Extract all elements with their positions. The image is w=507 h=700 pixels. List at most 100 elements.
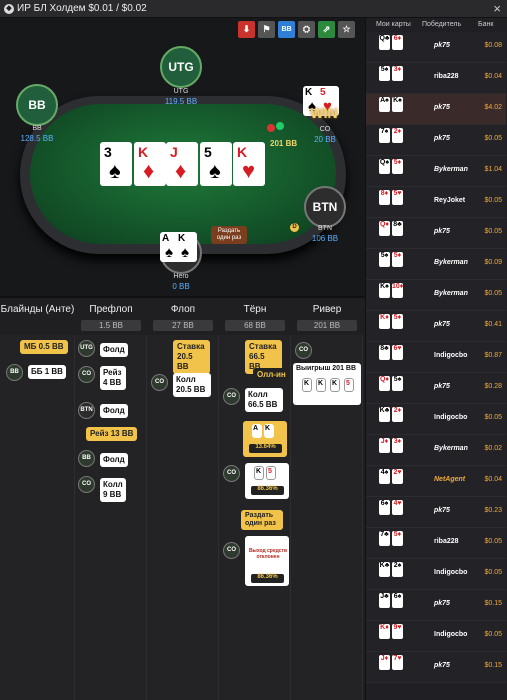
player-stack-utg: 119.5 BB: [164, 97, 198, 106]
history-pot: $0.09: [484, 259, 502, 266]
history-card-1: J♦: [379, 655, 390, 670]
history-row[interactable]: J♦ 3♦ Bykerman $0.02: [366, 435, 506, 466]
dealer-button: D: [290, 223, 299, 232]
history-winner: pk75: [434, 104, 450, 111]
history-card-1: Q♠: [379, 159, 390, 174]
history-card-1: Q♦: [379, 221, 390, 236]
star-icon[interactable]: ☆: [338, 21, 355, 38]
download-icon[interactable]: ⬇: [238, 21, 255, 38]
history-card-2: 5♦: [392, 252, 403, 267]
co-mini-card-2: 5: [266, 466, 276, 480]
history-row[interactable]: Q♦ 5♠ pk75 $0.28: [366, 373, 506, 404]
history-row[interactable]: 7♣ 5♦ riba228 $0.05: [366, 528, 506, 559]
history-winner: pk75: [434, 507, 450, 514]
history-row[interactable]: J♣ 6♠ pk75 $0.15: [366, 590, 506, 621]
history-winner: Indigocbo: [434, 569, 468, 576]
street-header-preflop[interactable]: Префлоп 1.5 BB: [75, 298, 147, 333]
share-icon[interactable]: ⇗: [318, 21, 335, 38]
history-card-2: 10♦: [392, 283, 403, 298]
history-row[interactable]: Q♠ 5♦ Bykerman $1.04: [366, 156, 506, 187]
history-row[interactable]: 8♣ 6♥ Indigocbo $0.87: [366, 342, 506, 373]
history-row[interactable]: 5♠ 3♦ riba228 $0.04: [366, 63, 506, 94]
history-pot: $0.41: [484, 321, 502, 328]
header-my-cards: Мои карты: [376, 21, 411, 28]
seat-chip-bb-2: BB: [78, 450, 95, 467]
header-pot: Банк: [478, 21, 494, 28]
history-card-1: J♦: [379, 438, 390, 453]
history-winner: Indigocbo: [434, 631, 468, 638]
history-card-2: 8♣: [392, 221, 403, 236]
river-card-2: K: [316, 378, 326, 392]
history-card-2: 6♥: [392, 345, 403, 360]
hero-mini-card-1: A: [252, 424, 262, 438]
win-badge: WIN: [310, 105, 338, 121]
history-winner: Bykerman: [434, 445, 468, 452]
history-pot: $0.15: [484, 662, 502, 669]
history-card-2: 2♦: [392, 407, 403, 422]
history-card-2: 5♥: [392, 190, 403, 205]
street-header-turn[interactable]: Тёрн 68 BB: [219, 298, 291, 333]
co-call: Колл 9 BB: [100, 478, 126, 502]
history-pot: $0.05: [484, 538, 502, 545]
seat-chip-co-7: CO: [295, 342, 312, 359]
history-pot: $0.05: [484, 290, 502, 297]
seat-utg: UTG: [160, 46, 202, 88]
seat-chip-co: CO: [78, 366, 95, 383]
history-row[interactable]: 4♠ 2♥ NetAgent $0.04: [366, 466, 506, 497]
board-card-4: 5 ♠: [200, 142, 232, 186]
river-card-1: K: [302, 378, 312, 392]
history-row[interactable]: 5♠ 5♦ Bykerman $0.09: [366, 249, 506, 280]
history-pot: $0.05: [484, 631, 502, 638]
history-row[interactable]: 7♠ 2♦ pk75 $0.05: [366, 125, 506, 156]
player-name-utg: UTG: [173, 88, 189, 95]
history-winner: Bykerman: [434, 290, 468, 297]
history-row[interactable]: A♠ K♠ pk75 $4.02: [366, 94, 506, 125]
seat-chip-co-4: CO: [223, 388, 240, 405]
history-pot: $0.87: [484, 352, 502, 359]
history-card-2: 6♠: [392, 593, 403, 608]
player-name-hero: Hero: [173, 273, 189, 280]
hero-mini-card-2: K: [264, 424, 274, 438]
river-card-4: 5: [344, 378, 354, 392]
run-once-bubble: Раздать один раз: [211, 226, 247, 244]
street-header-flop[interactable]: Флоп 27 BB: [147, 298, 219, 333]
flag-icon[interactable]: ⚑: [258, 21, 275, 38]
history-pot: $0.08: [484, 42, 502, 49]
history-card-1: K♣: [379, 562, 390, 577]
history-card-1: K♠: [379, 283, 390, 298]
history-row[interactable]: K♦ 5♦ pk75 $0.41: [366, 311, 506, 342]
btn-fold: Фолд: [100, 404, 128, 418]
hero-equity: 13.64%: [249, 444, 282, 453]
history-row[interactable]: 6♠ 4♥ pk75 $0.23: [366, 497, 506, 528]
history-row[interactable]: 8♦ 5♥ ReyJoket $0.05: [366, 187, 506, 218]
co-turn-call: Колл 66.5 BB: [245, 388, 283, 412]
bb-toggle-button[interactable]: BB: [278, 21, 295, 38]
player-name-bb: BB: [32, 125, 42, 132]
window-title: ИР БЛ Холдем $0.01 / $0.02: [17, 3, 147, 14]
history-pot: $0.04: [484, 476, 502, 483]
history-row[interactable]: Q♣ 6♦ pk75 $0.08: [366, 32, 506, 63]
board-card-2: K ♦: [134, 142, 166, 186]
board-card-3: J ♦: [166, 142, 198, 186]
history-card-1: 8♦: [379, 190, 390, 205]
history-row[interactable]: Q♦ 8♣ pk75 $0.05: [366, 218, 506, 249]
history-pot: $0.28: [484, 383, 502, 390]
history-row[interactable]: J♦ 7♥ pk75 $0.15: [366, 652, 506, 683]
river-card-3: K: [330, 378, 340, 392]
history-row[interactable]: K♠ 10♦ Bykerman $0.05: [366, 280, 506, 311]
run-result-text: Выход средств отклонен: [248, 548, 288, 560]
history-card-2: 5♦: [392, 159, 403, 174]
history-row[interactable]: K♣ 2♦ Indigocbo $0.05: [366, 404, 506, 435]
history-row[interactable]: K♣ 2♠ Indigocbo $0.05: [366, 559, 506, 590]
co-raise: Рейз 4 BB: [100, 366, 126, 390]
history-pot: $0.15: [484, 600, 502, 607]
header-winner: Победитель: [422, 21, 462, 28]
seat-btn: BTN: [304, 186, 346, 228]
hand-history-panel: Мои карты Победитель Банк Q♣ 6♦ pk75 $0.08 5…: [365, 18, 507, 700]
history-row[interactable]: K♦ 9♥ Indigocbo $0.05: [366, 621, 506, 652]
street-header-river[interactable]: Ривер 201 BB: [291, 298, 363, 333]
history-card-2: 6♦: [392, 35, 403, 50]
replayer-icon[interactable]: ⛭: [298, 21, 315, 38]
close-icon[interactable]: ×: [493, 1, 501, 16]
allin-label: Олл-ин: [253, 368, 290, 382]
